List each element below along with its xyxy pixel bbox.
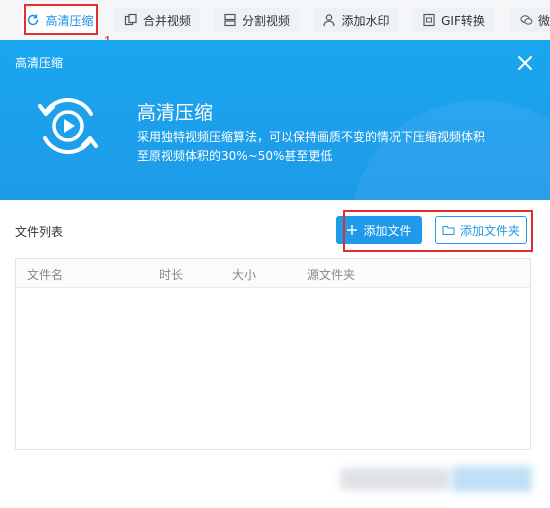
file-list-label: 文件列表	[15, 225, 64, 239]
banner-description-line-1: 采用独特视频压缩算法，可以保持画质不变的情况下压缩视频体积	[137, 130, 486, 144]
compress-play-icon	[38, 97, 98, 155]
tab-merge-video[interactable]: 合并视频	[115, 7, 200, 33]
column-header-size: 大小	[232, 268, 257, 282]
blurred-button	[452, 466, 532, 492]
feature-banner: 高清压缩 高清压缩 采用独特视频压缩算法，可以保持画质不变的情况下压缩视频体积 …	[0, 40, 550, 200]
tab-wechat-label: 微	[537, 13, 550, 28]
tab-split-video[interactable]: 分割视频	[213, 7, 300, 33]
annotation-box-1	[24, 4, 98, 35]
merge-icon	[124, 13, 137, 26]
tab-gif-convert[interactable]: GIF转换	[412, 7, 495, 33]
gif-icon	[423, 13, 435, 27]
tab-merge-video-label: 合并视频	[142, 13, 191, 28]
tab-split-video-label: 分割视频	[241, 13, 290, 28]
tab-add-watermark[interactable]: 添加水印	[313, 7, 399, 33]
tab-gif-convert-label: GIF转换	[441, 13, 485, 28]
tab-add-watermark-label: 添加水印	[341, 13, 390, 28]
annotation-box-2	[343, 210, 533, 252]
column-header-duration: 时长	[159, 268, 184, 282]
banner-description: 采用独特视频压缩算法，可以保持画质不变的情况下压缩视频体积 至原视频体积的30%…	[137, 128, 537, 166]
close-icon[interactable]	[514, 52, 536, 74]
banner-description-line-2: 至原视频体积的30%~50%甚至更低	[137, 149, 333, 163]
split-icon	[224, 13, 236, 27]
person-icon	[323, 14, 336, 27]
banner-heading: 高清压缩	[137, 102, 214, 124]
column-header-filename: 文件名	[27, 268, 64, 282]
column-header-source-folder: 源文件夹	[307, 268, 356, 282]
file-table-header: 文件名 时长 大小 源文件夹	[16, 259, 530, 288]
blurred-watermark	[340, 468, 450, 490]
tab-wechat[interactable]: 微	[510, 7, 550, 33]
file-table: 文件名 时长 大小 源文件夹	[15, 258, 531, 450]
panel-title: 高清压缩	[15, 56, 64, 70]
wechat-icon	[520, 15, 533, 25]
